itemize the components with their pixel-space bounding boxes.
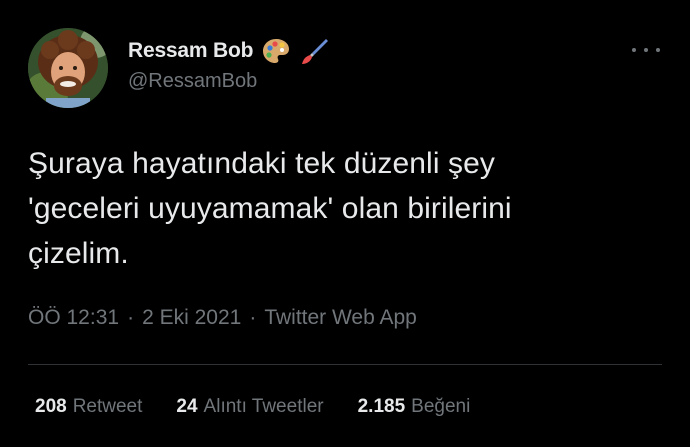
quote-tweets-label: Alıntı Tweetler xyxy=(203,396,324,417)
more-dot-icon xyxy=(632,48,636,52)
palette-icon xyxy=(261,36,291,66)
tweet-date[interactable]: 2 Eki 2021 xyxy=(142,306,241,330)
retweet-stat[interactable]: 208 Retweet xyxy=(35,396,142,418)
retweet-label: Retweet xyxy=(72,396,143,417)
paintbrush-icon xyxy=(299,36,329,66)
more-dot-icon xyxy=(656,48,660,52)
tweet-source[interactable]: Twitter Web App xyxy=(264,306,417,330)
author-name[interactable]: Ressam Bob xyxy=(128,39,253,63)
tweet-text: Şuraya hayatındaki tek düzenli şey 'gece… xyxy=(28,147,512,270)
tweet-meta: ÖÖ 12:31 · 2 Eki 2021 · Twitter Web App xyxy=(28,306,417,330)
tweet-card: Ressam Bob @RessamBob Şuraya hayatındaki xyxy=(0,0,690,447)
author-name-row: Ressam Bob xyxy=(128,36,329,66)
quote-tweets-stat[interactable]: 24 Alıntı Tweetler xyxy=(176,396,323,418)
avatar[interactable] xyxy=(28,28,108,108)
meta-separator: · xyxy=(127,306,135,329)
likes-label: Beğeni xyxy=(411,396,471,417)
more-dot-icon xyxy=(644,48,648,52)
meta-separator: · xyxy=(249,306,257,329)
tweet-time[interactable]: ÖÖ 12:31 xyxy=(28,306,119,330)
likes-stat[interactable]: 2.185 Beğeni xyxy=(358,396,471,418)
retweet-count: 208 xyxy=(35,396,67,417)
author-handle[interactable]: @RessamBob xyxy=(128,70,257,93)
engagement-stats: 208 Retweet 24 Alıntı Tweetler 2.185 Beğ… xyxy=(35,396,470,418)
quote-tweets-count: 24 xyxy=(176,396,198,417)
divider xyxy=(28,364,662,365)
more-options-button[interactable] xyxy=(632,40,660,60)
likes-count: 2.185 xyxy=(357,396,406,417)
